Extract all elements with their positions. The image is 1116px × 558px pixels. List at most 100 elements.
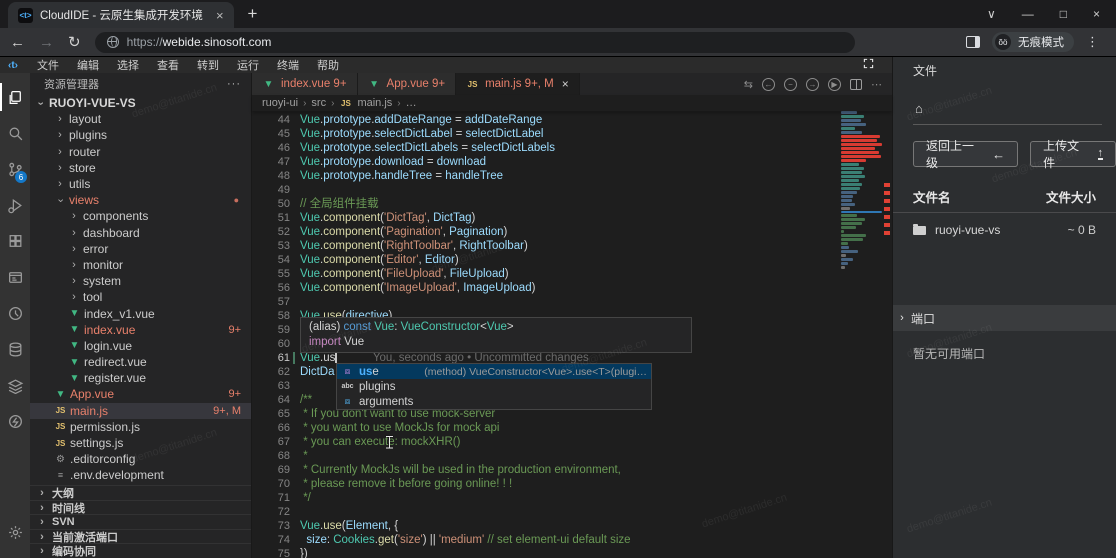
breadcrumb[interactable]: ruoyi-ui›src›JSmain.js›… (252, 95, 892, 111)
tree-root[interactable]: ›RUOYI-VUE-VS (30, 95, 251, 111)
code-line-47[interactable]: 47Vue.prototype.download = download (252, 155, 838, 169)
code-line-44[interactable]: 44Vue.prototype.addDateRange = addDateRa… (252, 113, 838, 127)
tree-item-error[interactable]: ›error (30, 241, 251, 257)
run-debug-icon[interactable] (0, 187, 30, 223)
tree-item-store[interactable]: ›store (30, 160, 251, 176)
breadcrumb-item[interactable]: src (311, 97, 326, 109)
code-line-66[interactable]: 66 * you want to use MockJs for mock api (252, 421, 838, 435)
tree-item-components[interactable]: ›components (30, 208, 251, 224)
code-line-45[interactable]: 45Vue.prototype.selectDictLabel = select… (252, 127, 838, 141)
code-line-71[interactable]: 71 */ (252, 491, 838, 505)
menu-编辑[interactable]: 编辑 (68, 60, 108, 72)
section-SVN[interactable]: ›SVN (30, 514, 251, 529)
search-icon[interactable] (0, 115, 30, 151)
breadcrumb-item[interactable]: ruoyi-ui (262, 97, 298, 109)
code-line-73[interactable]: 73Vue.use(Element, { (252, 519, 838, 533)
tree-item-register.vue[interactable]: ▼register.vue (30, 370, 251, 386)
tree-item-monitor[interactable]: ›monitor (30, 257, 251, 273)
browser-menu-icon[interactable]: ⋮ (1086, 34, 1100, 50)
nav-forward-icon[interactable]: → (806, 78, 819, 91)
window-minimize-icon[interactable]: — (1022, 7, 1034, 21)
code-line-56[interactable]: 56Vue.component('ImageUpload', ImageUplo… (252, 281, 838, 295)
section-时间线[interactable]: ›时间线 (30, 500, 251, 515)
back-icon[interactable]: ← (10, 34, 25, 51)
power-icon[interactable] (0, 403, 30, 439)
code-line-53[interactable]: 53Vue.component('RightToolbar', RightToo… (252, 239, 838, 253)
tree-item-login.vue[interactable]: ▼login.vue (30, 338, 251, 354)
code-line-70[interactable]: 70 * please remove it before going onlin… (252, 477, 838, 491)
breadcrumb-item[interactable]: main.js (357, 97, 392, 109)
reload-icon[interactable]: ↻ (68, 33, 81, 51)
tree-item-App.vue[interactable]: ▼App.vue9+ (30, 386, 251, 402)
browser-tab[interactable]: <t> CloudIDE - 云原生集成开发环境 × (8, 2, 234, 28)
minimap[interactable] (841, 111, 882, 558)
run-file-icon[interactable]: ▶ (828, 78, 841, 91)
window-close-icon[interactable]: × (1093, 7, 1100, 21)
tab-index.vue[interactable]: ▼index.vue 9+ (252, 73, 358, 95)
tree-item-tool[interactable]: ›tool (30, 289, 251, 305)
open-changes-icon[interactable]: ⇆ (744, 78, 753, 91)
code-line-72[interactable]: 72 (252, 505, 838, 519)
section-大纲[interactable]: ›大纲 (30, 485, 251, 500)
menu-转到[interactable]: 转到 (188, 60, 228, 72)
code-line-57[interactable]: 57 (252, 295, 838, 309)
nav-dot-icon[interactable]: − (784, 78, 797, 91)
section-编码协同[interactable]: ›编码协同 (30, 543, 251, 558)
tree-item-dashboard[interactable]: ›dashboard (30, 225, 251, 241)
tree-item-.editorconfig[interactable]: ⚙.editorconfig (30, 451, 251, 467)
menu-选择[interactable]: 选择 (108, 60, 148, 72)
database-icon[interactable] (0, 331, 30, 367)
code-line-52[interactable]: 52Vue.component('Pagination', Pagination… (252, 225, 838, 239)
explorer-icon[interactable] (0, 79, 30, 115)
tree-item-plugins[interactable]: ›plugins (30, 127, 251, 143)
tree-item-.env.development[interactable]: ≡.env.development (30, 467, 251, 483)
site-info-icon[interactable] (107, 36, 119, 48)
tab-close-icon[interactable]: × (562, 77, 569, 91)
tree-item-layout[interactable]: ›layout (30, 111, 251, 127)
history-icon[interactable] (0, 295, 30, 331)
code-line-74[interactable]: 74 size: Cookies.get('size') || 'medium'… (252, 533, 838, 547)
code-line-69[interactable]: 69 * Currently MockJs will be used in th… (252, 463, 838, 477)
layers-icon[interactable] (0, 367, 30, 403)
code-line-75[interactable]: 75}) (252, 547, 838, 558)
code-line-46[interactable]: 46Vue.prototype.selectDictLabels = selec… (252, 141, 838, 155)
new-tab-button[interactable]: + (248, 4, 258, 24)
extensions-icon[interactable] (0, 223, 30, 259)
ports-section-header[interactable]: › 端口 (893, 305, 1116, 331)
suggestion-arguments[interactable]: ⧈arguments (337, 394, 651, 409)
code-area[interactable]: 44Vue.prototype.addDateRange = addDateRa… (252, 111, 892, 558)
upload-button[interactable]: 上传文件↑ (1030, 141, 1116, 167)
tab-main.js[interactable]: JSmain.js 9+, M× (456, 73, 580, 95)
suggestion-use[interactable]: ⧈use(method) VueConstructor<Vue>.use<T>(… (337, 364, 651, 379)
side-panel-icon[interactable] (966, 36, 980, 48)
go-up-button[interactable]: 返回上一级← (913, 141, 1018, 167)
nav-back-icon[interactable]: ← (762, 78, 775, 91)
code-line-48[interactable]: 48Vue.prototype.handleTree = handleTree (252, 169, 838, 183)
breadcrumb-item[interactable]: … (406, 97, 417, 109)
code-line-55[interactable]: 55Vue.component('FileUpload', FileUpload… (252, 267, 838, 281)
tab-App.vue[interactable]: ▼App.vue 9+ (358, 73, 457, 95)
suggestion-plugins[interactable]: abcplugins (337, 379, 651, 394)
source-control-icon[interactable]: 6 (0, 151, 30, 187)
tree-item-router[interactable]: ›router (30, 144, 251, 160)
section-当前激活端口[interactable]: ›当前激活端口 (30, 529, 251, 544)
tree-item-utils[interactable]: ›utils (30, 176, 251, 192)
more-actions-icon[interactable]: ⋯ (871, 78, 882, 91)
file-row-ruoyi-vue-vs[interactable]: ruoyi-vue-vs~ 0 B (893, 213, 1116, 237)
settings-gear-icon[interactable] (0, 514, 30, 550)
tree-item-views[interactable]: ›views● (30, 192, 251, 208)
code-line-68[interactable]: 68 * (252, 449, 838, 463)
tree-item-settings.js[interactable]: JSsettings.js (30, 435, 251, 451)
code-line-54[interactable]: 54Vue.component('Editor', Editor) (252, 253, 838, 267)
menu-查看[interactable]: 查看 (148, 60, 188, 72)
tree-item-redirect.vue[interactable]: ▼redirect.vue (30, 354, 251, 370)
code-line-50[interactable]: 50// 全局组件挂载 (252, 197, 838, 211)
home-icon[interactable]: ⌂ (893, 79, 1116, 116)
menu-终端[interactable]: 终端 (268, 60, 308, 72)
tree-item-main.js[interactable]: JSmain.js9+, M (30, 403, 251, 419)
tree-item-index.vue[interactable]: ▼index.vue9+ (30, 322, 251, 338)
menu-帮助[interactable]: 帮助 (308, 60, 348, 72)
tree-item-index_v1.vue[interactable]: ▼index_v1.vue (30, 305, 251, 321)
window-maximize-icon[interactable]: □ (1060, 7, 1067, 21)
forward-icon[interactable]: → (39, 34, 54, 51)
